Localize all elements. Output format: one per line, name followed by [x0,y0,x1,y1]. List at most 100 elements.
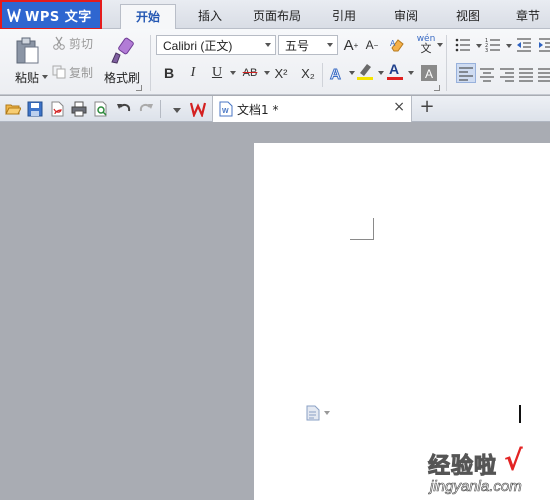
ribbon: 粘贴 剪切 复制 格式刷 Calibri (正文) 五号 A + A − A w… [0,29,550,95]
new-tab-button[interactable]: + [418,97,436,119]
svg-text:A: A [425,67,433,81]
export-pdf-icon[interactable] [49,101,65,117]
font-size-select[interactable]: 五号 [278,35,338,55]
subscript-button[interactable]: X₂ [297,64,319,82]
distributed-align-icon[interactable] [537,66,550,82]
print-icon[interactable] [71,101,87,117]
highlighter-icon [357,64,373,80]
svg-text:A: A [390,39,396,48]
font-size-dropdown-icon [327,43,333,47]
paste-options-icon [306,405,320,421]
text-effect-dropdown-icon[interactable] [349,71,355,75]
align-center-icon[interactable] [479,66,495,82]
format-painter-label: 格式刷 [103,70,140,85]
watermark: 经验啦 √ jingyanla.com [427,444,550,500]
font-color-dropdown-icon[interactable] [408,71,414,75]
undo-icon[interactable] [116,101,132,117]
tab-references[interactable]: 引用 [320,4,368,29]
separator [446,35,447,91]
document-icon: W [219,101,233,117]
bold-button[interactable]: B [160,64,178,82]
numbered-list-icon[interactable]: 123 [485,37,501,53]
paste-dropdown-icon[interactable] [42,75,48,79]
bullet-list-dropdown-icon[interactable] [476,44,482,48]
copy-icon [52,65,66,79]
svg-text:3: 3 [485,48,488,53]
open-folder-icon[interactable] [5,101,21,117]
paste-icon [16,37,39,63]
app-menu-button[interactable]: WPS 文字 [0,0,102,30]
cut-button[interactable]: 剪切 [52,34,98,52]
font-color-icon: A [387,61,403,80]
text-cursor [519,405,521,423]
font-launcher-icon[interactable] [434,85,440,91]
separator [160,100,161,118]
char-shading-icon: A [421,65,437,81]
tab-home[interactable]: 开始 [120,4,176,30]
tab-section[interactable]: 章节 [506,4,550,29]
copy-label: 复制 [69,65,94,80]
margin-corner-mark [350,218,374,240]
paste-label: 粘贴 [14,70,39,85]
format-painter-button[interactable]: 格式刷 [102,33,142,89]
watermark-url: jingyanla.com [430,478,522,496]
clear-format-button[interactable]: A [388,36,406,54]
separator [322,63,323,87]
tab-view[interactable]: 视图 [444,4,492,29]
paste-button[interactable]: 粘贴 [8,33,48,89]
align-right-icon[interactable] [499,66,515,82]
scissors-icon [53,36,65,50]
decrease-indent-icon[interactable] [516,37,532,53]
font-name-value: Calibri (正文) [163,38,233,53]
phonetic-dropdown-icon[interactable] [437,43,443,47]
document-tab-label: 文档1 * [237,102,279,117]
document-workspace [0,123,550,500]
justify-icon[interactable] [518,66,534,82]
underline-dropdown-icon[interactable] [230,71,236,75]
cut-label: 剪切 [69,36,94,51]
separator [150,35,151,91]
char-shading-button[interactable]: A [420,64,438,82]
redo-icon[interactable] [138,101,154,117]
print-preview-icon[interactable] [93,101,109,117]
tab-review[interactable]: 审阅 [382,4,430,29]
font-color-button[interactable]: A [386,61,404,80]
customize-toolbar-icon[interactable] [173,108,181,113]
shrink-font-button[interactable]: A − [363,36,381,54]
align-left-button[interactable] [456,63,476,83]
app-title: WPS 文字 [25,9,92,25]
close-tab-icon[interactable]: × [393,99,405,115]
underline-button[interactable]: U [208,64,226,82]
highlight-dropdown-icon[interactable] [378,71,384,75]
text-effect-button[interactable]: A [328,64,346,82]
copy-button[interactable]: 复制 [52,63,98,81]
watermark-text: 经验啦 [427,454,498,480]
bullet-list-icon[interactable] [455,37,471,53]
paste-options-button[interactable] [306,404,336,422]
svg-text:W: W [222,108,229,115]
svg-text:A: A [389,61,399,77]
paste-options-dropdown-icon [324,411,330,415]
eraser-icon: A [390,39,404,52]
tab-page-layout[interactable]: 页面布局 [246,4,308,29]
strikethrough-button[interactable]: AB [238,64,262,82]
superscript-button[interactable]: X² [270,64,292,82]
font-name-dropdown-icon [265,43,271,47]
wps-home-icon[interactable] [190,101,206,117]
phonetic-guide-button[interactable]: wén 文 [412,33,440,55]
numbered-list-dropdown-icon[interactable] [506,44,512,48]
italic-button[interactable]: I [184,64,202,82]
text-effect-icon: A [330,66,342,82]
grow-font-button[interactable]: A + [342,36,360,54]
svg-text:A: A [330,66,341,81]
quick-access-bar: W 文档1 * × + [0,96,550,122]
save-icon[interactable] [27,101,43,117]
tab-insert[interactable]: 插入 [186,4,234,29]
clipboard-launcher-icon[interactable] [136,85,142,91]
menu-bar: WPS 文字 开始 插入 页面布局 引用 审阅 视图 章节 [0,0,550,30]
highlight-button[interactable] [356,62,374,80]
font-name-select[interactable]: Calibri (正文) [156,35,276,55]
increase-indent-icon[interactable] [538,37,550,53]
document-tab[interactable]: W 文档1 * × [212,96,412,122]
wps-logo-icon [7,8,21,22]
